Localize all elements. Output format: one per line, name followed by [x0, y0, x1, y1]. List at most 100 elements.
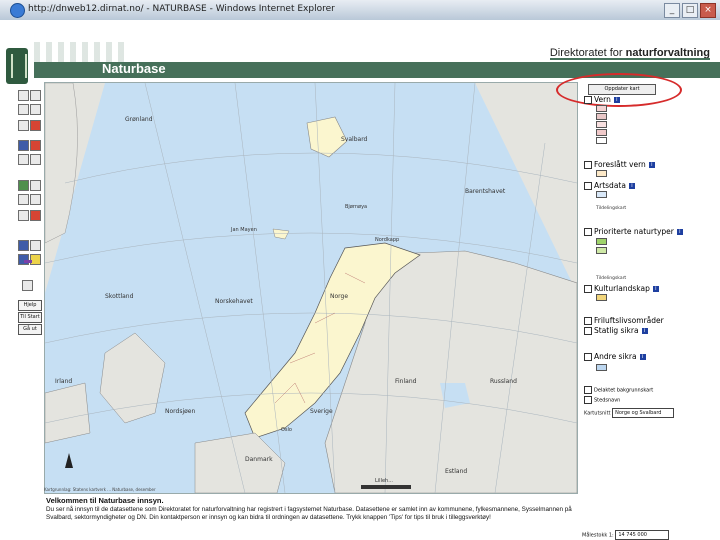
scale-input[interactable]: 14 745 000 — [615, 530, 670, 540]
checkbox[interactable] — [584, 353, 592, 361]
layer-icon[interactable] — [18, 194, 29, 205]
layer-label: Prioriterte naturtyper — [594, 227, 674, 236]
ireland-land — [45, 382, 91, 444]
map-label-norge: Norge — [330, 293, 348, 300]
legend-panel: Oppdater kart Vern i Foreslått vern i Arts… — [556, 73, 720, 492]
arrow-up-icon[interactable] — [24, 260, 32, 263]
layer-foreslatt-vern[interactable]: Foreslått vern i — [584, 160, 655, 169]
checkbox[interactable] — [584, 182, 592, 190]
header-pattern — [34, 42, 124, 62]
measure-icon[interactable] — [18, 140, 29, 151]
layer-prioriterte-naturtyper[interactable]: Prioriterte naturtyper i — [584, 227, 683, 236]
layer-vern[interactable]: Vern i — [584, 95, 620, 104]
maximize-button[interactable]: □ — [682, 3, 698, 18]
print-icon[interactable] — [18, 120, 29, 131]
checkbox[interactable] — [584, 327, 592, 335]
extent-select[interactable]: Norge og Svalbard — [612, 408, 675, 418]
checkbox[interactable] — [584, 96, 592, 104]
select-icon[interactable] — [18, 154, 29, 165]
window-title: http://dnweb12.dirnat.no/ - NATURBASE - … — [28, 4, 335, 14]
map-extent-selector: Kartutsnitt Norge og Svalbard — [584, 408, 675, 418]
help-button[interactable]: Hjelp — [18, 300, 42, 311]
window-titlebar: http://dnweb12.dirnat.no/ - NATURBASE - … — [0, 0, 720, 21]
scale-bar — [361, 485, 411, 489]
layer-kulturlandskap[interactable]: Kulturlandskap i — [584, 284, 659, 293]
layer-stedsnavn[interactable]: Stedsnavn — [584, 396, 620, 404]
dn-logo — [6, 48, 28, 84]
layer-andre-sikra[interactable]: Andre sikra i — [584, 352, 646, 361]
layer-label: Vern — [594, 95, 611, 104]
layer-label: Delaktet bakgrunnskart — [594, 387, 654, 394]
legend-swatch-row — [596, 121, 610, 128]
scale-indicator: Målestokk 1: 14 745 000 — [582, 530, 670, 540]
pan-icon[interactable] — [18, 104, 29, 115]
map-label-barentshavet: Barentshavet — [465, 188, 506, 195]
map-label-skottland: Skottland — [105, 293, 134, 300]
map-credit: Kartgrunnlag: Statens kartverk ... Natur… — [44, 487, 156, 492]
legend-icon[interactable] — [22, 280, 33, 291]
search-icon[interactable] — [18, 180, 29, 191]
map-label-nordsjoen: Nordsjøen — [165, 408, 195, 415]
save-icon[interactable] — [18, 240, 29, 251]
layer-label: Stedsnavn — [594, 397, 621, 404]
layer-statlig-sikra[interactable]: Statlig sikra i — [584, 326, 648, 335]
exit-button[interactable]: Gå ut — [18, 324, 42, 335]
map-label-sverige: Sverige — [310, 408, 333, 415]
checkbox[interactable] — [584, 386, 592, 394]
map-label-bjornoya: Bjørnøya — [345, 204, 367, 210]
layer-bakgrunnskart[interactable]: Delaktet bakgrunnskart — [584, 386, 653, 394]
delete-icon[interactable] — [30, 210, 41, 221]
map-label-estland: Estland — [445, 468, 467, 475]
window-controls: _ □ × — [664, 3, 716, 18]
checkbox[interactable] — [584, 317, 592, 325]
checkbox[interactable] — [584, 285, 592, 293]
checkbox[interactable] — [584, 161, 592, 169]
map-label-danmark: Danmark — [245, 456, 273, 463]
map-label-norskehavet: Norskehavet — [215, 298, 253, 305]
bookmark-icon[interactable] — [30, 180, 41, 191]
zoom-extent-icon[interactable] — [30, 104, 41, 115]
start-button[interactable]: Til Start — [18, 312, 42, 323]
minimize-button[interactable]: _ — [664, 3, 680, 18]
report-icon[interactable] — [30, 240, 41, 251]
internet-explorer-icon — [10, 3, 25, 18]
legend-swatch-row — [596, 137, 610, 144]
info-icon[interactable]: i — [652, 286, 659, 292]
legend-sublabel: Tildelingskart — [596, 276, 627, 281]
identify-icon[interactable] — [30, 140, 41, 151]
info-icon[interactable]: i — [648, 162, 655, 168]
stop-icon[interactable] — [30, 120, 41, 131]
layer-friluftslivsomrader[interactable]: Friluftslivsområder — [584, 316, 664, 325]
page-header: Naturbase Direktoratet for naturforvaltn… — [0, 20, 720, 84]
info-icon[interactable]: i — [641, 328, 648, 334]
info-icon[interactable]: i — [628, 183, 635, 189]
map-svg: Grønland Svalbard Bjørnøya Jan Mayen Nor… — [45, 83, 577, 493]
info-icon[interactable] — [30, 154, 41, 165]
map-toolbar: Hjelp Til Start Gå ut — [18, 82, 42, 335]
checkbox[interactable] — [584, 228, 592, 236]
info-icon[interactable]: i — [639, 354, 646, 360]
info-icon[interactable]: i — [676, 229, 683, 235]
map-canvas[interactable]: Grønland Svalbard Bjørnøya Jan Mayen Nor… — [44, 82, 578, 494]
browser-window: http://dnweb12.dirnat.no/ - NATURBASE - … — [0, 0, 720, 540]
direktorat-underline — [550, 58, 710, 60]
map-label-jan-mayen: Jan Mayen — [230, 227, 257, 233]
layer-label: Friluftslivsområder — [594, 316, 664, 325]
layer-label: Andre sikra — [594, 352, 637, 361]
checkbox[interactable] — [584, 396, 592, 404]
info-icon[interactable]: i — [613, 97, 620, 103]
zoom-in-icon[interactable] — [18, 90, 29, 101]
legend-swatch-row — [596, 294, 610, 301]
layer-label: Kulturlandskap — [594, 284, 650, 293]
legend-swatch-row — [596, 170, 610, 177]
layer-artsdata[interactable]: Artsdata i — [584, 181, 635, 190]
welcome-text: Du ser nå innsyn til de datasettene som … — [46, 506, 572, 521]
layer-label: Artsdata — [594, 181, 626, 190]
map-label-gronland: Grønland — [125, 116, 153, 123]
layer-label: Statlig sikra — [594, 326, 639, 335]
filter-icon[interactable] — [30, 194, 41, 205]
draw-icon[interactable] — [18, 210, 29, 221]
zoom-out-icon[interactable] — [30, 90, 41, 101]
map-scale-label: Lilleh... — [375, 478, 393, 484]
close-button[interactable]: × — [700, 3, 716, 18]
